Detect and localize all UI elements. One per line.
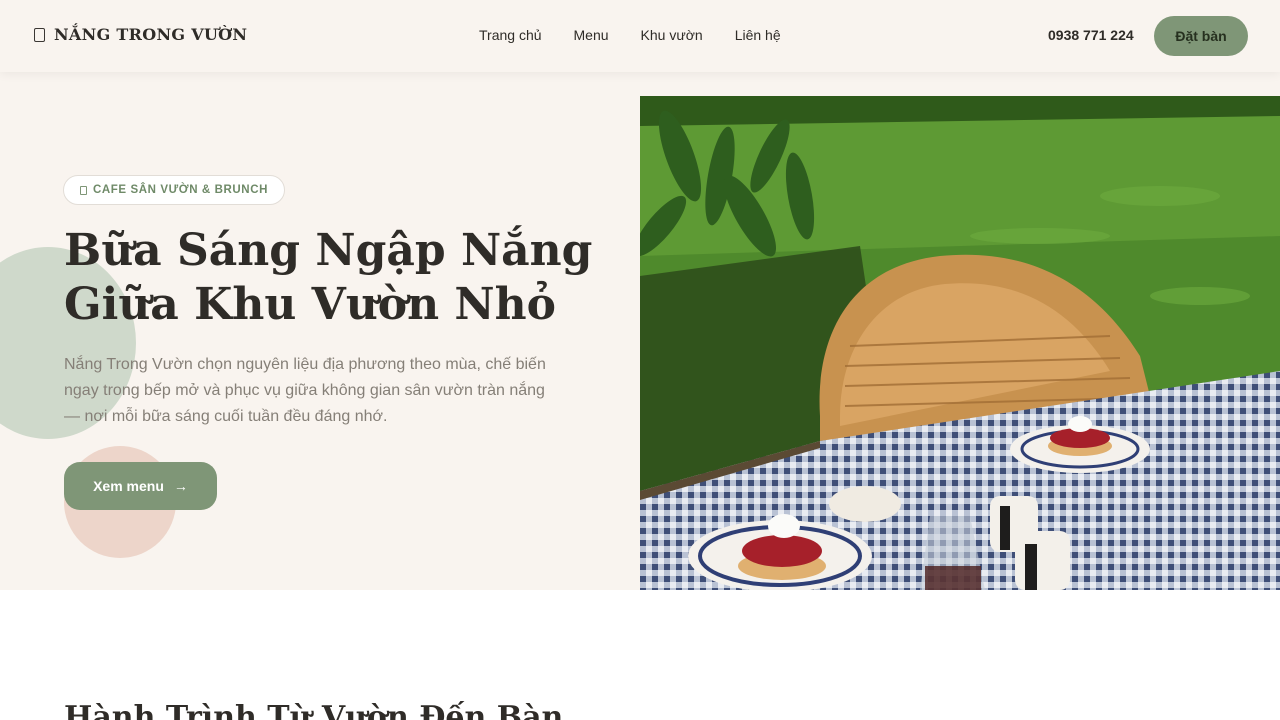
nav-item-home[interactable]: Trang chủ (479, 27, 542, 43)
hero-title-line2: Giữa Khu Vườn Nhỏ (64, 279, 556, 330)
hero-tag-label: CAFE SÂN VƯỜN & BRUNCH (93, 184, 269, 196)
hero-tag: CAFE SÂN VƯỜN & BRUNCH (63, 175, 286, 205)
hero-title: Bữa Sáng Ngập Nắng Giữa Khu Vườn Nhỏ (64, 224, 624, 332)
hero-title-line1: Bữa Sáng Ngập Nắng (64, 225, 593, 276)
view-menu-button[interactable]: Xem menu → (64, 462, 217, 510)
arrow-right-icon: → (173, 478, 188, 494)
brand-name: NẮNG TRONG VƯỜN (54, 25, 248, 44)
nav-item-contact[interactable]: Liên hệ (735, 27, 781, 43)
section-title: Hành Trình Từ Vườn Đến Bàn (64, 700, 564, 720)
brand-logo[interactable]: NẮNG TRONG VƯỜN (34, 25, 247, 44)
main-nav: Trang chủ Menu Khu vườn Liên hệ (479, 27, 781, 43)
nav-item-garden[interactable]: Khu vườn (641, 27, 703, 43)
book-table-button[interactable]: Đặt bàn (1154, 16, 1248, 56)
nav-item-menu[interactable]: Menu (574, 27, 609, 43)
phone-number[interactable]: 0938 771 224 (1048, 27, 1134, 43)
site-header: NẮNG TRONG VƯỜN Trang chủ Menu Khu vườn … (0, 0, 1280, 72)
hero-section: CAFE SÂN VƯỜN & BRUNCH Bữa Sáng Ngập Nắn… (0, 72, 1280, 590)
hero-description: Nắng Trong Vườn chọn nguyên liệu địa phư… (64, 356, 546, 425)
leaf-icon (34, 27, 45, 42)
garden-breakfast-photo (640, 96, 1280, 590)
view-menu-label: Xem menu (93, 478, 164, 494)
leaf-icon (80, 185, 87, 195)
